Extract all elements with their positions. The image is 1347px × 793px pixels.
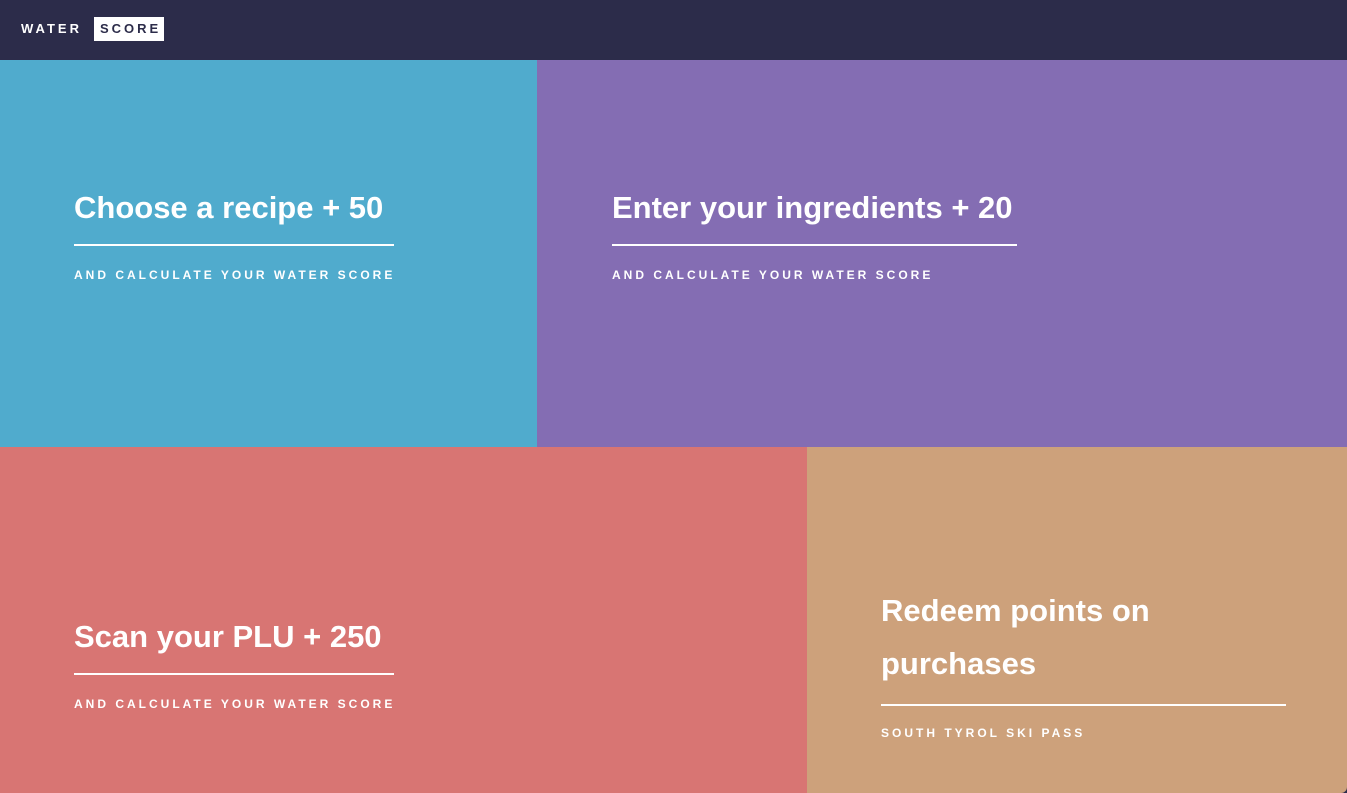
tile-content: Choose a recipe + 50 AND CALCULATE YOUR … bbox=[74, 181, 395, 282]
tile-subtitle: SOUTH TYROL SKI PASS bbox=[881, 726, 1086, 740]
logo-word-water: WATER bbox=[21, 21, 82, 36]
tile-content: Redeem points on purchases SOUTH TYROL S… bbox=[881, 584, 1286, 740]
tile-subtitle: AND CALCULATE YOUR WATER SCORE bbox=[612, 268, 934, 282]
water-score-logo[interactable]: WATER SCORE bbox=[21, 17, 165, 41]
top-bar: WATER SCORE bbox=[0, 0, 1347, 60]
tile-content: Enter your ingredients + 20 AND CALCULAT… bbox=[612, 181, 1017, 282]
tile-content: Scan your PLU + 250 AND CALCULATE YOUR W… bbox=[74, 610, 395, 711]
tile-choose-recipe[interactable]: Choose a recipe + 50 AND CALCULATE YOUR … bbox=[0, 60, 537, 447]
tile-title: Enter your ingredients + 20 bbox=[612, 190, 1013, 225]
title-underline bbox=[74, 244, 394, 246]
tile-scan-plu[interactable]: Scan your PLU + 250 AND CALCULATE YOUR W… bbox=[0, 447, 807, 793]
tile-title: Scan your PLU + 250 bbox=[74, 619, 382, 654]
title-underline bbox=[74, 673, 394, 675]
tile-subtitle: AND CALCULATE YOUR WATER SCORE bbox=[74, 697, 396, 711]
logo-word-score: SCORE bbox=[93, 17, 165, 41]
tile-title: Redeem points on purchases bbox=[881, 593, 1150, 681]
title-underline bbox=[881, 704, 1286, 706]
tile-enter-ingredients[interactable]: Enter your ingredients + 20 AND CALCULAT… bbox=[537, 60, 1347, 447]
tile-title: Choose a recipe + 50 bbox=[74, 190, 384, 225]
title-underline bbox=[612, 244, 1017, 246]
tile-redeem-points[interactable]: Redeem points on purchases SOUTH TYROL S… bbox=[807, 447, 1347, 793]
tile-subtitle: AND CALCULATE YOUR WATER SCORE bbox=[74, 268, 396, 282]
app-window: WATER SCORE Choose a recipe + 50 AND CAL… bbox=[0, 0, 1347, 793]
